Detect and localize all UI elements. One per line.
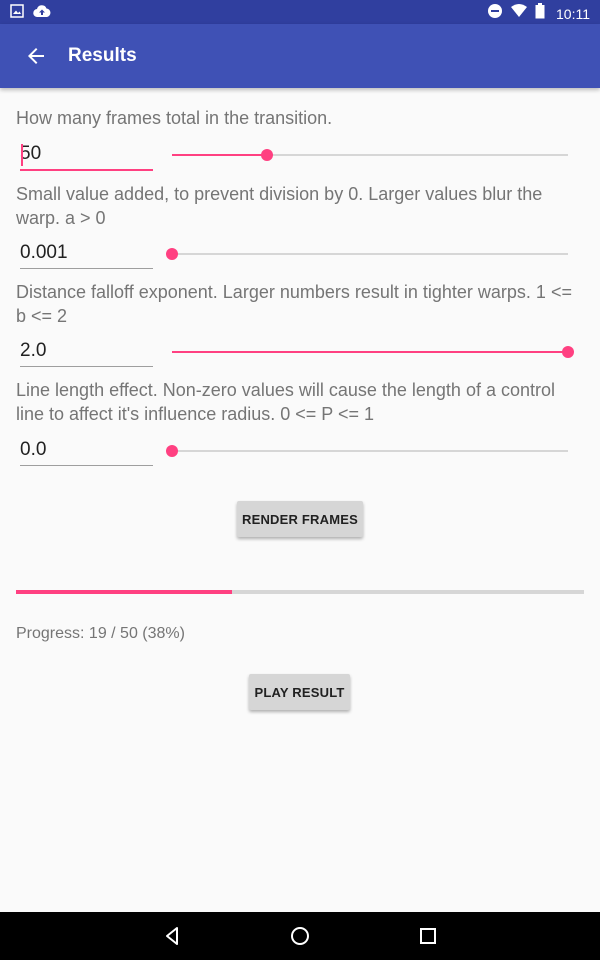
frames-input[interactable]: [20, 139, 153, 171]
b-input[interactable]: [20, 335, 153, 367]
b-slider[interactable]: [172, 342, 574, 362]
text-cursor: [21, 144, 23, 166]
frames-slider[interactable]: [172, 145, 568, 165]
battery-icon: [535, 3, 545, 24]
progress-text: Progress: 19 / 50 (38%): [16, 625, 185, 642]
slider-thumb[interactable]: [166, 248, 178, 260]
clock: 10:11: [556, 5, 590, 22]
p-input[interactable]: [20, 434, 153, 466]
cloud-upload-icon: [33, 4, 51, 23]
page-title: Results: [68, 45, 137, 66]
slider-fill: [172, 154, 268, 156]
slider-thumb[interactable]: [166, 445, 178, 457]
back-arrow-icon[interactable]: [24, 44, 48, 68]
slider-thumb[interactable]: [261, 149, 274, 161]
slider-track: [172, 450, 568, 452]
status-bar: 10:11: [0, 0, 600, 24]
frames-label: How many frames total in the transition.: [16, 108, 333, 128]
navigation-bar: [0, 912, 600, 960]
progress-bar: [16, 590, 584, 594]
recents-square-icon[interactable]: [416, 924, 440, 948]
a-label: Small value added, to prevent division b…: [16, 184, 543, 228]
home-circle-icon[interactable]: [288, 924, 312, 948]
image-icon: [10, 4, 24, 23]
p-label: Line length effect. Non-zero values will…: [16, 380, 555, 424]
slider-fill: [172, 351, 568, 353]
back-triangle-icon[interactable]: [160, 924, 184, 948]
wifi-icon: [510, 3, 528, 24]
do-not-disturb-icon: [487, 3, 503, 24]
slider-thumb[interactable]: [562, 346, 574, 358]
progress-bar-fill: [16, 590, 232, 594]
b-label: Distance falloff exponent. Larger number…: [16, 282, 572, 326]
app-bar: Results: [0, 24, 600, 88]
slider-track: [172, 253, 568, 255]
p-slider[interactable]: [166, 441, 568, 461]
render-frames-button[interactable]: RENDER FRAMES: [237, 501, 363, 537]
play-result-button[interactable]: PLAY RESULT: [249, 674, 350, 710]
a-input[interactable]: [20, 237, 153, 269]
a-slider[interactable]: [166, 244, 568, 264]
